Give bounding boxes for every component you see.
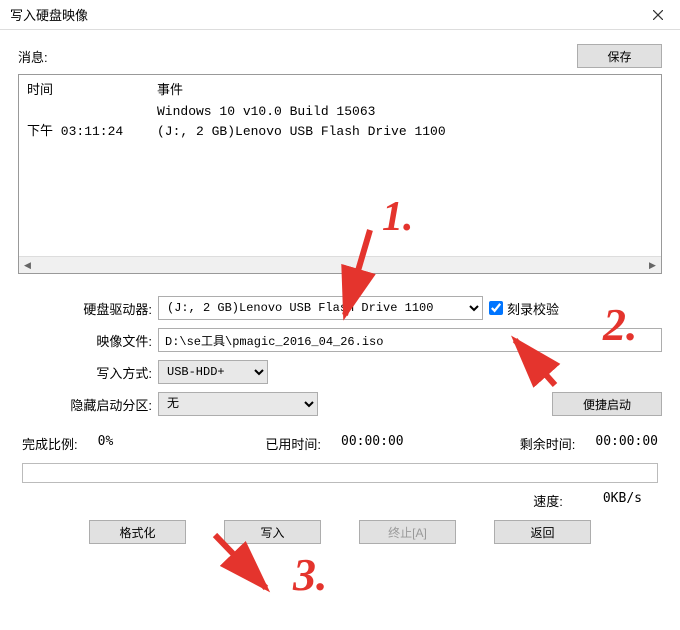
horizontal-scrollbar[interactable]: ◀ ▶ [19, 256, 661, 273]
messages-label: 消息: [18, 47, 48, 66]
remain-value: 00:00:00 [595, 434, 658, 453]
elapsed-label: 已用时间: [265, 434, 321, 453]
quick-boot-button[interactable]: 便捷启动 [552, 392, 662, 416]
list-item: Windows 10 v10.0 Build 15063 [27, 102, 653, 122]
speed-label: 速度: [533, 491, 563, 510]
annotation-3: 3. [292, 549, 328, 600]
format-button[interactable]: 格式化 [89, 520, 186, 544]
write-button[interactable]: 写入 [224, 520, 321, 544]
image-label: 映像文件: [18, 331, 158, 350]
verify-label: 刻录校验 [507, 299, 559, 318]
scroll-left-icon[interactable]: ◀ [19, 257, 36, 274]
drive-select[interactable]: (J:, 2 GB)Lenovo USB Flash Drive 1100 [158, 296, 483, 320]
list-item: 下午 03:11:24 (J:, 2 GB)Lenovo USB Flash D… [27, 122, 653, 142]
speed-value: 0KB/s [603, 491, 642, 510]
event-log: 时间 事件 Windows 10 v10.0 Build 15063 下午 03… [18, 74, 662, 274]
drive-label: 硬盘驱动器: [18, 299, 158, 318]
write-method-select[interactable]: USB-HDD+ [158, 360, 268, 384]
elapsed-value: 00:00:00 [341, 434, 404, 453]
image-path-input[interactable] [158, 328, 662, 352]
hidden-label: 隐藏启动分区: [18, 395, 158, 414]
col-event-header: 事件 [157, 79, 653, 98]
stop-button: 终止[A] [359, 520, 456, 544]
progress-bar [22, 463, 658, 483]
scroll-right-icon[interactable]: ▶ [644, 257, 661, 274]
verify-checkbox-wrap[interactable]: 刻录校验 [489, 299, 559, 318]
method-label: 写入方式: [18, 363, 158, 382]
remain-label: 剩余时间: [520, 434, 576, 453]
back-button[interactable]: 返回 [494, 520, 591, 544]
hidden-partition-select[interactable]: 无 [158, 392, 318, 416]
col-time-header: 时间 [27, 79, 157, 98]
done-label: 完成比例: [22, 434, 78, 453]
close-button[interactable] [635, 0, 680, 30]
window-title: 写入硬盘映像 [10, 5, 88, 24]
done-value: 0% [98, 434, 114, 453]
save-button[interactable]: 保存 [577, 44, 662, 68]
verify-checkbox[interactable] [489, 301, 503, 315]
